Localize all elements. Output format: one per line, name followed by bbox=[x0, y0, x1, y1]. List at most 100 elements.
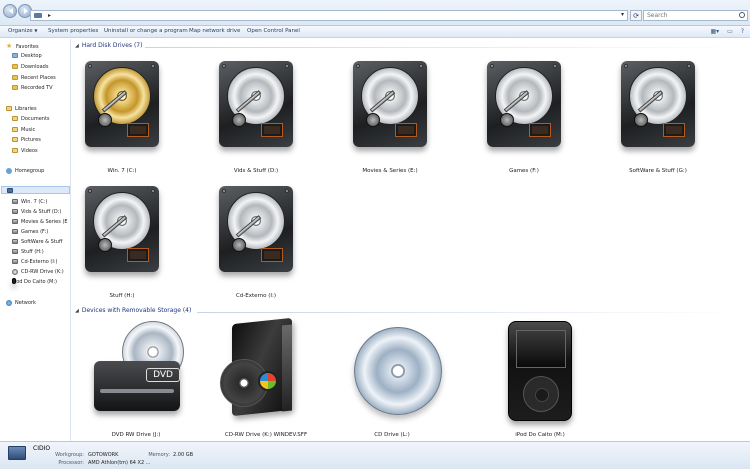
device-label: DVD RW Drive (J:) bbox=[111, 432, 161, 438]
nav-libraries-label: Libraries bbox=[15, 106, 37, 112]
nav-item-label: Music bbox=[21, 127, 36, 133]
drive-label: Vids & Stuff (D:) bbox=[233, 168, 279, 174]
collapse-triangle-icon[interactable]: ◢ bbox=[75, 43, 79, 49]
nav-favorites[interactable]: ★ Favorites bbox=[6, 43, 39, 51]
nav-item-label: Documents bbox=[21, 116, 50, 122]
device-tile[interactable]: iPod Do Caito (M:) bbox=[490, 321, 590, 441]
hard-drive-icon bbox=[219, 186, 293, 272]
recent-places-icon bbox=[12, 75, 18, 80]
address-dropdown-icon[interactable]: ▾ bbox=[621, 11, 624, 18]
address-field[interactable]: ▸ ▾ bbox=[30, 10, 628, 21]
workgroup-label: Workgroup: bbox=[55, 452, 84, 458]
drive-tile[interactable]: SoftWare & Stuff (G:) bbox=[608, 57, 708, 187]
nav-homegroup[interactable]: Homegroup bbox=[6, 167, 44, 175]
nav-drive[interactable]: Stuff (H:) bbox=[12, 248, 44, 256]
hard-drive-icon bbox=[353, 61, 427, 147]
drive-label: Games (F:) bbox=[509, 168, 539, 174]
network-icon bbox=[6, 299, 12, 306]
nav-item-desktop[interactable]: Desktop bbox=[12, 52, 42, 60]
nav-item-music[interactable]: Music bbox=[12, 126, 35, 134]
nav-favorites-label: Favorites bbox=[16, 44, 39, 50]
nav-homegroup-label: Homegroup bbox=[15, 168, 45, 174]
computer-icon bbox=[8, 446, 26, 460]
preview-pane-icon[interactable]: ▭ bbox=[727, 28, 733, 35]
search-input[interactable] bbox=[644, 11, 734, 20]
navigation-pane: ★ Favorites Desktop Downloads Recent Plac… bbox=[0, 39, 71, 441]
nav-libraries[interactable]: Libraries bbox=[6, 105, 37, 113]
nav-drive[interactable]: Vids & Stuff (D:) bbox=[12, 208, 61, 216]
organize-label: Organize bbox=[8, 28, 33, 34]
nav-drive[interactable]: Games (F:) bbox=[12, 228, 48, 236]
nav-drive[interactable]: Movies & Series (E bbox=[12, 218, 68, 226]
organize-button[interactable]: Organize ▼ bbox=[8, 28, 37, 34]
group-header-label: Hard Disk Drives (7) bbox=[81, 42, 143, 49]
nav-item-label: Desktop bbox=[21, 53, 42, 59]
refresh-button[interactable]: ⟳ bbox=[630, 10, 642, 21]
command-bar: Organize ▼ System properties Uninstall o… bbox=[0, 26, 750, 38]
nav-drive[interactable]: SoftWare & Stuff bbox=[12, 238, 62, 246]
drive-label: Stuff (H:) bbox=[109, 293, 135, 299]
change-view-icon[interactable]: ▦▾ bbox=[710, 28, 719, 35]
hard-drive-icon bbox=[12, 199, 18, 204]
cd-drive-icon bbox=[12, 268, 18, 275]
nav-item-pictures[interactable]: Pictures bbox=[12, 136, 41, 144]
search-box[interactable] bbox=[643, 10, 748, 21]
uninstall-program-button[interactable]: Uninstall or change a program bbox=[104, 28, 188, 34]
back-button[interactable] bbox=[3, 4, 17, 18]
nav-drive[interactable]: CD-RW Drive (K:) bbox=[12, 268, 64, 276]
drive-tile[interactable]: Stuff (H:) bbox=[72, 182, 172, 307]
help-icon[interactable]: ? bbox=[741, 28, 744, 35]
details-pane: CIDIO Workgroup: GOTOWORK Memory: 2.00 G… bbox=[0, 441, 750, 469]
device-tile[interactable]: CD-RW Drive (K:) WINDEV.SFF bbox=[216, 317, 316, 441]
ipod-icon bbox=[12, 278, 16, 284]
drive-tile[interactable]: Cd-Externo (I:) bbox=[206, 182, 306, 307]
collapse-triangle-icon[interactable]: ◢ bbox=[75, 308, 79, 314]
group-header-hard-disk-drives[interactable]: ◢ Hard Disk Drives (7) bbox=[75, 42, 745, 52]
nav-item-label: Recorded TV bbox=[21, 85, 53, 91]
documents-icon bbox=[12, 116, 18, 121]
nav-item-label: Games (F:) bbox=[21, 229, 49, 235]
nav-item-label: Recent Places bbox=[21, 75, 56, 81]
drive-tile[interactable]: Movies & Series (E:) bbox=[340, 57, 440, 187]
view-controls: ▦▾ ▭? bbox=[702, 28, 744, 35]
system-properties-button[interactable]: System properties bbox=[48, 28, 98, 34]
nav-item-label: SoftWare & Stuff bbox=[21, 239, 63, 245]
memory-value: 2.00 GB bbox=[173, 452, 194, 458]
nav-item-downloads[interactable]: Downloads bbox=[12, 63, 48, 71]
nav-computer[interactable] bbox=[1, 186, 70, 194]
group-header-removable-storage[interactable]: ◢ Devices with Removable Storage (4) bbox=[75, 307, 745, 317]
hard-drive-icon bbox=[12, 239, 18, 244]
nav-network[interactable]: Network bbox=[6, 299, 36, 307]
drive-tile[interactable]: Games (F:) bbox=[474, 57, 574, 187]
group-divider bbox=[197, 312, 745, 313]
ipod-icon bbox=[508, 321, 572, 421]
nav-item-documents[interactable]: Documents bbox=[12, 115, 50, 123]
search-icon[interactable] bbox=[739, 12, 745, 18]
drive-tile[interactable]: Win. 7 (C:) bbox=[72, 57, 172, 187]
hard-drive-icon bbox=[85, 61, 159, 147]
drive-label: SoftWare & Stuff (G:) bbox=[629, 168, 687, 174]
device-tile[interactable]: CD Drive (L:) bbox=[342, 321, 442, 441]
libraries-icon bbox=[6, 106, 12, 111]
nav-item-recorded-tv[interactable]: Recorded TV bbox=[12, 84, 53, 92]
open-control-panel-button[interactable]: Open Control Panel bbox=[247, 28, 300, 34]
nav-item-videos[interactable]: Videos bbox=[12, 147, 38, 155]
hard-drive-icon bbox=[621, 61, 695, 147]
videos-icon bbox=[12, 148, 18, 153]
device-tile[interactable]: DVD DVD RW Drive (J:) bbox=[86, 321, 186, 441]
hard-drive-icon bbox=[12, 249, 18, 254]
map-network-drive-button[interactable]: Map network drive bbox=[189, 28, 240, 34]
computer-icon bbox=[34, 13, 42, 18]
nav-drive[interactable]: iPod Do Caito (M:) bbox=[12, 278, 57, 286]
hard-drive-icon bbox=[12, 219, 18, 224]
windows-logo-icon bbox=[258, 371, 278, 391]
computer-name: CIDIO bbox=[33, 445, 51, 452]
nav-item-recent-places[interactable]: Recent Places bbox=[12, 74, 56, 82]
breadcrumb-separator-icon[interactable]: ▸ bbox=[48, 12, 51, 19]
nav-drive[interactable]: Cd-Externo (I:) bbox=[12, 258, 57, 266]
hard-drive-icon bbox=[219, 61, 293, 147]
drive-tile[interactable]: Vids & Stuff (D:) bbox=[206, 57, 306, 187]
nav-drive[interactable]: Win. 7 (C:) bbox=[12, 198, 47, 206]
nav-item-label: Stuff (H:) bbox=[21, 249, 44, 255]
hard-drive-icon bbox=[12, 259, 18, 264]
